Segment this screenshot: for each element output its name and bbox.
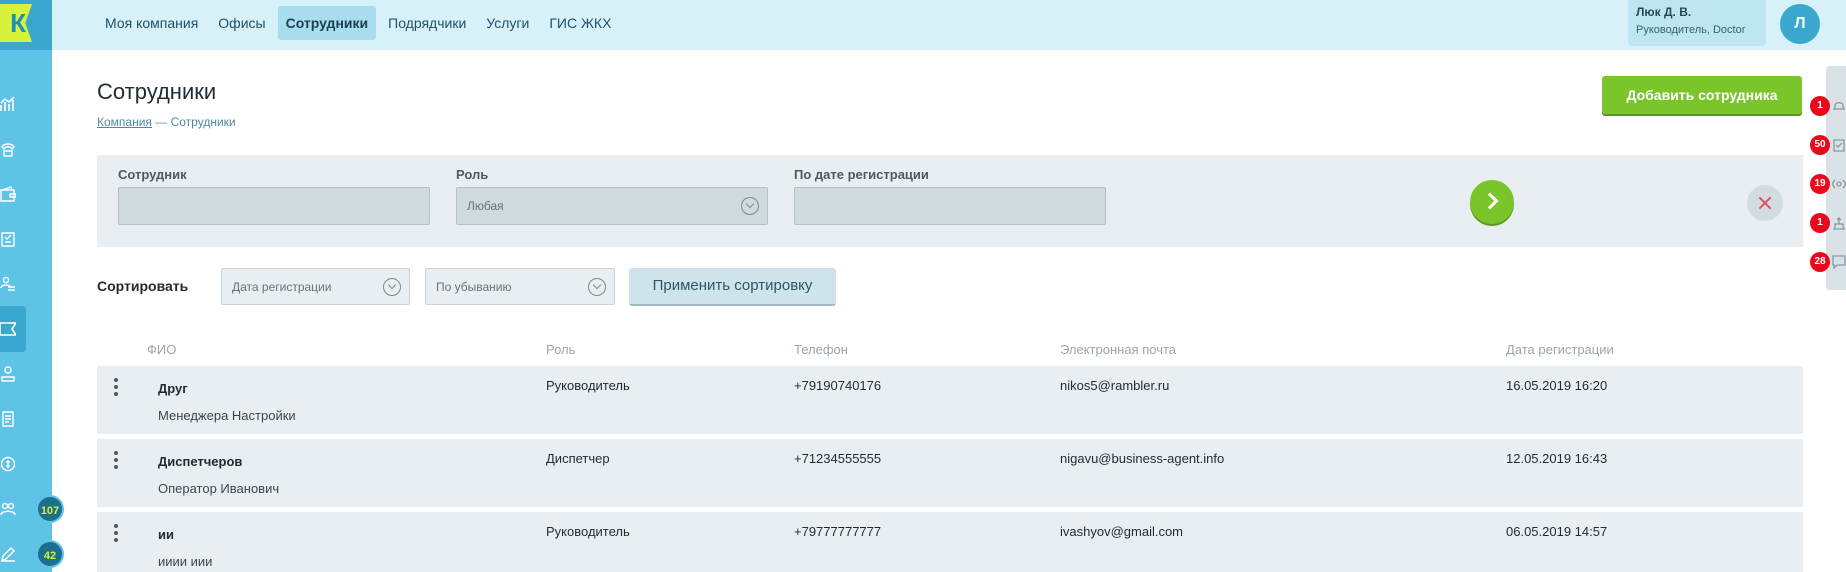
checklist-icon[interactable] <box>0 231 16 247</box>
payments-icon[interactable] <box>0 456 16 472</box>
add-employee-button[interactable]: Добавить сотрудника <box>1602 76 1802 114</box>
column-header-email[interactable]: Электронная почта <box>1060 342 1176 357</box>
table-row[interactable]: ии ииии иии Руководитель +79777777777 iv… <box>97 512 1803 572</box>
employee-role: Диспетчер <box>546 451 610 466</box>
broadcast-icon[interactable] <box>1832 177 1846 191</box>
employee-first-name: Менеджера Настройки <box>158 408 296 423</box>
employee-first-name: ииии иии <box>158 554 213 569</box>
date-filter-input[interactable] <box>794 187 1106 225</box>
top-navigation-bar: Моя компания Офисы Сотрудники Подрядчики… <box>52 0 1846 50</box>
avatar[interactable]: Л <box>1780 4 1820 44</box>
employee-registered: 12.05.2019 16:43 <box>1506 451 1608 466</box>
breadcrumb-current: Сотрудники <box>170 115 236 129</box>
sidebar-badge-groups: 107 <box>36 495 64 523</box>
employee-phone: +79190740176 <box>794 378 882 393</box>
nav-item-contractors[interactable]: Подрядчики <box>380 6 474 40</box>
table-row[interactable]: Друг Менеджера Настройки Руководитель +7… <box>97 366 1803 434</box>
employee-email: ivashyov@gmail.com <box>1060 524 1184 539</box>
user-role: Руководитель, Doctor <box>1636 24 1746 36</box>
employee-role: Руководитель <box>546 524 630 539</box>
breadcrumb: Компания — Сотрудники <box>97 115 236 129</box>
requests-icon[interactable] <box>1832 216 1846 230</box>
date-filter-label: По дате регистрации <box>794 167 929 182</box>
role-filter-label: Роль <box>456 167 489 182</box>
user-name: Люк Д. В. <box>1636 5 1692 19</box>
employee-last-name: ии <box>158 527 174 542</box>
page-title: Сотрудники <box>97 79 217 104</box>
row-menu-icon[interactable] <box>114 378 118 396</box>
sort-label: Сортировать <box>97 278 189 294</box>
notification-badge-requests: 1 <box>1810 213 1830 233</box>
filter-panel: Сотрудник Роль Любая По дате регистрации <box>97 155 1803 247</box>
phone-icon[interactable] <box>0 141 16 157</box>
employee-last-name: Друг <box>158 381 188 396</box>
employee-phone: +71234555555 <box>794 451 882 466</box>
nav-item-gis-zhkh[interactable]: ГИС ЖКХ <box>541 6 619 40</box>
breadcrumb-link-company[interactable]: Компания <box>97 115 152 129</box>
main-nav: Моя компания Офисы Сотрудники Подрядчики… <box>97 6 619 40</box>
nav-item-services[interactable]: Услуги <box>478 6 537 40</box>
dashboard-icon[interactable] <box>0 96 16 112</box>
chevron-down-icon <box>588 278 606 296</box>
notification-badge-bell: 1 <box>1810 96 1830 116</box>
user-menu[interactable]: Люк Д. В. Руководитель, Doctor <box>1628 0 1766 46</box>
chevron-down-icon <box>741 197 759 215</box>
edit-icon[interactable] <box>0 546 16 562</box>
worker-icon[interactable] <box>0 366 16 382</box>
employee-email: nigavu@business-agent.info <box>1060 451 1225 466</box>
notification-badge-messages: 28 <box>1810 252 1830 272</box>
nav-item-company[interactable]: Моя компания <box>97 6 206 40</box>
sidebar-badge-edit: 42 <box>36 540 64 568</box>
sort-field-select[interactable]: Дата регистрации <box>221 268 410 305</box>
sort-order-select[interactable]: По убыванию <box>425 268 615 305</box>
nav-item-employees[interactable]: Сотрудники <box>277 6 377 40</box>
employee-filter-input[interactable] <box>118 187 430 225</box>
messages-icon[interactable] <box>1832 255 1846 270</box>
left-sidebar: К 107 42 <box>0 0 64 572</box>
employee-first-name: Оператор Иванович <box>158 481 280 496</box>
logo-mark: К <box>0 4 32 42</box>
apply-sort-button[interactable]: Применить сортировку <box>629 268 836 306</box>
notification-badge-tasks: 50 <box>1810 135 1830 155</box>
documents-icon[interactable] <box>0 411 16 427</box>
sort-field-value: Дата регистрации <box>232 280 332 294</box>
employee-registered: 16.05.2019 16:20 <box>1506 378 1608 393</box>
clear-filter-button[interactable] <box>1747 185 1783 221</box>
nav-item-offices[interactable]: Офисы <box>210 6 273 40</box>
groups-icon[interactable] <box>0 501 16 517</box>
employees-icon[interactable] <box>0 321 16 337</box>
employee-role: Руководитель <box>546 378 630 393</box>
column-header-name[interactable]: ФИО <box>147 342 176 357</box>
employee-phone: +79777777777 <box>794 524 882 539</box>
notification-badge-broadcast: 19 <box>1810 174 1830 194</box>
breadcrumb-separator: — <box>155 115 168 129</box>
employee-last-name: Диспетчеров <box>158 454 243 469</box>
employee-registered: 06.05.2019 14:57 <box>1506 524 1608 539</box>
row-menu-icon[interactable] <box>114 451 118 469</box>
apply-filter-button[interactable] <box>1470 180 1514 224</box>
wallet-icon[interactable] <box>0 186 16 202</box>
column-header-role[interactable]: Роль <box>546 342 575 357</box>
row-menu-icon[interactable] <box>114 524 118 542</box>
employee-email: nikos5@rambler.ru <box>1060 378 1170 393</box>
table-row[interactable]: Диспетчеров Оператор Иванович Диспетчер … <box>97 439 1803 507</box>
employee-filter-label: Сотрудник <box>118 167 187 182</box>
role-filter-value: Любая <box>467 199 504 213</box>
app-page: К 107 42 Моя компания Офисы Сотрудники П… <box>0 0 1846 572</box>
column-header-phone[interactable]: Телефон <box>794 342 848 357</box>
bell-icon[interactable] <box>1832 99 1846 113</box>
chevron-down-icon <box>383 278 401 296</box>
tasks-icon[interactable] <box>1832 138 1846 152</box>
team-icon[interactable] <box>0 276 16 292</box>
sort-order-value: По убыванию <box>436 280 512 294</box>
column-header-registered[interactable]: Дата регистрации <box>1506 342 1614 357</box>
role-filter-select[interactable]: Любая <box>456 187 768 225</box>
logo[interactable]: К <box>0 0 52 50</box>
